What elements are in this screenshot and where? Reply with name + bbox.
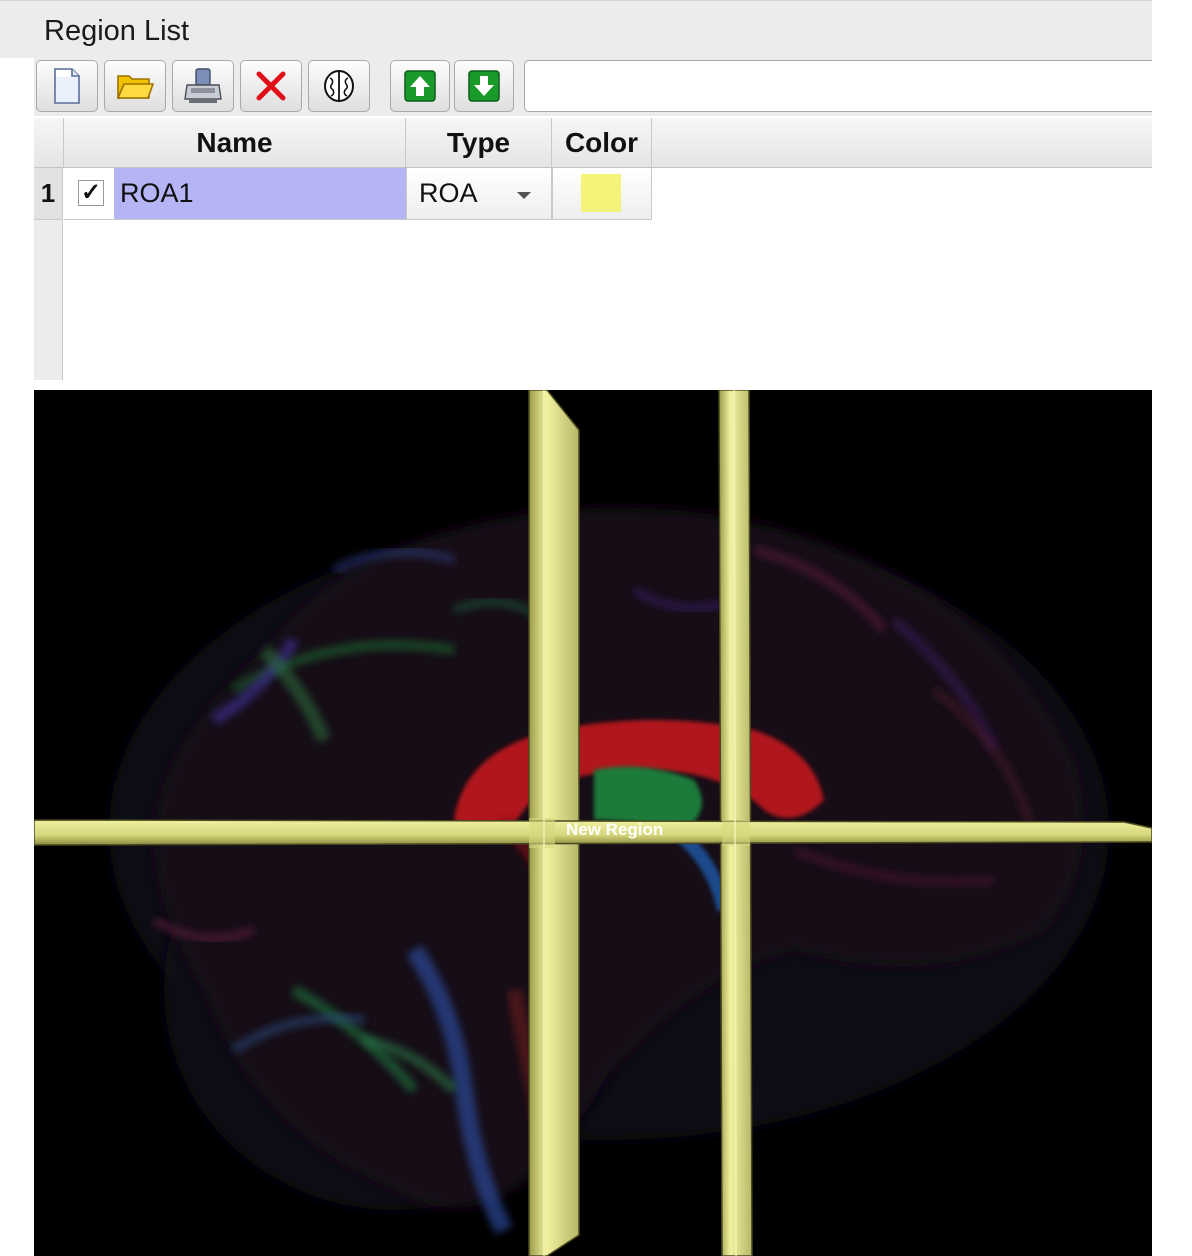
type-dropdown[interactable]: ROA: [406, 168, 552, 220]
3d-viewport[interactable]: New Region: [34, 390, 1152, 1256]
color-swatch[interactable]: [581, 174, 621, 212]
visibility-checkbox[interactable]: ✓: [78, 180, 104, 206]
row-number-gutter: 1: [34, 168, 63, 380]
region-list-panel: Region List Name Type Color 1 ✓ ROA1 ROA: [0, 0, 1192, 388]
green-down-arrow-icon: [468, 70, 500, 102]
header-color[interactable]: Color: [552, 118, 652, 167]
header-rownum: [34, 118, 64, 167]
folder-open-icon: [116, 75, 155, 99]
panel-title-bar: Region List: [0, 0, 1152, 58]
app-root: Region List Name Type Color 1 ✓ ROA1 ROA…: [0, 0, 1192, 1256]
green-up-arrow-icon: [404, 70, 436, 102]
new-document-icon: [54, 68, 80, 104]
region-name[interactable]: ROA1: [114, 168, 406, 219]
brain-region-button[interactable]: [308, 60, 370, 112]
open-region-button[interactable]: [104, 60, 166, 112]
color-cell[interactable]: [552, 168, 652, 220]
name-cell[interactable]: ✓ ROA1: [64, 168, 406, 220]
region-name-input[interactable]: [524, 60, 1152, 112]
brain-icon: [324, 70, 354, 102]
delete-region-button[interactable]: [240, 60, 302, 112]
table-row[interactable]: ✓ ROA1 ROA: [64, 168, 652, 220]
chevron-down-icon: [517, 192, 531, 199]
roi-label: New Region: [566, 820, 664, 839]
save-region-button[interactable]: [172, 60, 234, 112]
brain-tissue: [109, 507, 1109, 1235]
save-disk-icon: [184, 68, 222, 103]
table-header: Name Type Color: [34, 118, 1152, 168]
region-table: Name Type Color 1 ✓ ROA1 ROA: [34, 118, 1152, 380]
move-up-button[interactable]: [390, 60, 450, 112]
row-number[interactable]: 1: [34, 168, 62, 220]
red-x-icon: [256, 71, 286, 101]
region-toolbar: [34, 58, 1152, 116]
panel-title: Region List: [44, 15, 190, 47]
move-down-button[interactable]: [454, 60, 514, 112]
type-value: ROA: [419, 178, 478, 208]
new-region-button[interactable]: [36, 60, 98, 112]
header-type[interactable]: Type: [406, 118, 552, 167]
header-name[interactable]: Name: [64, 118, 406, 167]
